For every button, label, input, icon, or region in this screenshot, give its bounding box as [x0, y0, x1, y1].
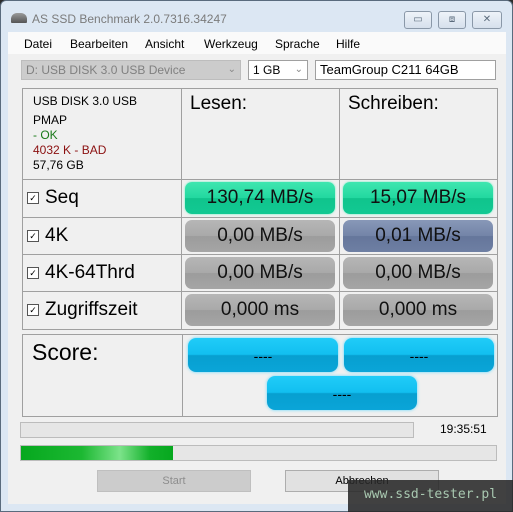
total-score: ----: [267, 376, 417, 410]
size-select[interactable]: 1 GB ⌄: [248, 60, 308, 80]
read-cell-4k: 0,00 MB/s: [181, 217, 340, 255]
menu-bearbeiten[interactable]: Bearbeiten: [70, 37, 128, 51]
write-cell-seq: 15,07 MB/s: [339, 179, 498, 218]
score-values-cell: ---- ---- ----: [182, 334, 498, 417]
read-cell-4k64: 0,00 MB/s: [181, 254, 340, 292]
label-seq: Seq: [45, 187, 79, 208]
checkbox-4k64[interactable]: ✓: [27, 267, 39, 279]
device-name: USB DISK 3.0 USB: [33, 94, 138, 108]
label-access: Zugriffszeit: [45, 299, 138, 320]
app-window: AS SSD Benchmark 2.0.7316.34247 ▭ ⧈ ✕ Da…: [0, 0, 513, 512]
menu-werkzeug[interactable]: Werkzeug: [204, 37, 258, 51]
results-grid: USB DISK 3.0 USB PMAP - OK 4032 K - BAD …: [22, 88, 498, 334]
read-header: Lesen:: [190, 93, 248, 114]
read-cell-seq: 130,74 MB/s: [181, 179, 340, 218]
chevron-down-icon: ⌄: [227, 64, 236, 75]
chevron-down-icon: ⌄: [294, 64, 303, 75]
4k64-write-result: 0,00 MB/s: [343, 257, 493, 289]
row-label-4k64: ✓ 4K-64Thrd: [22, 254, 182, 292]
watermark: www.ssd-tester.pl: [348, 480, 513, 512]
row-label-access: ✓ Zugriffszeit: [22, 291, 182, 330]
client-area: Datei Bearbeiten Ansicht Werkzeug Sprach…: [8, 32, 506, 504]
drive-select-value: D: USB DISK 3.0 USB Device: [26, 63, 186, 77]
checkbox-access[interactable]: ✓: [27, 304, 39, 316]
read-cell-access: 0,000 ms: [181, 291, 340, 330]
drive-select[interactable]: D: USB DISK 3.0 USB Device ⌄: [21, 60, 241, 80]
menu-sprache[interactable]: Sprache: [275, 37, 320, 51]
maximize-button[interactable]: ⧈: [438, 11, 466, 29]
write-score: ----: [344, 338, 494, 372]
row-label-seq: ✓ Seq: [22, 179, 182, 218]
read-score: ----: [188, 338, 338, 372]
write-cell-access: 0,000 ms: [339, 291, 498, 330]
driver-status: - OK: [33, 128, 58, 142]
checkbox-4k[interactable]: ✓: [27, 230, 39, 242]
overall-progress-bar: [20, 445, 497, 461]
alignment-status: 4032 K - BAD: [33, 143, 107, 157]
device-info-cell: USB DISK 3.0 USB PMAP - OK 4032 K - BAD …: [22, 88, 182, 180]
menu-datei[interactable]: Datei: [24, 37, 52, 51]
write-cell-4k: 0,01 MB/s: [339, 217, 498, 255]
close-button[interactable]: ✕: [472, 11, 502, 29]
title-bar[interactable]: AS SSD Benchmark 2.0.7316.34247 ▭ ⧈ ✕: [1, 1, 512, 33]
minimize-button[interactable]: ▭: [404, 11, 432, 29]
start-button[interactable]: Start: [97, 470, 251, 492]
score-label: Score:: [32, 339, 99, 365]
access-read-result: 0,000 ms: [185, 294, 335, 326]
menu-bar: Datei Bearbeiten Ansicht Werkzeug Sprach…: [8, 32, 506, 54]
driver-name: PMAP: [33, 113, 68, 127]
row-label-4k: ✓ 4K: [22, 217, 182, 255]
label-4k: 4K: [45, 225, 69, 246]
write-cell-4k64: 0,00 MB/s: [339, 254, 498, 292]
overall-progress-fill: [21, 446, 173, 460]
checkbox-seq[interactable]: ✓: [27, 192, 39, 204]
drive-name-input[interactable]: TeamGroup C211 64GB: [315, 60, 496, 80]
label-4k64: 4K-64Thrd: [45, 262, 135, 283]
test-progress-bar: [20, 422, 414, 438]
write-header: Schreiben:: [348, 93, 439, 114]
seq-read-result: 130,74 MB/s: [185, 182, 335, 214]
size-select-value: 1 GB: [253, 63, 281, 77]
window-title: AS SSD Benchmark 2.0.7316.34247: [32, 12, 227, 26]
4k-write-result: 0,01 MB/s: [343, 220, 493, 252]
seq-write-result: 15,07 MB/s: [343, 182, 493, 214]
maximize-icon: ⧈: [448, 14, 456, 25]
4k-read-result: 0,00 MB/s: [185, 220, 335, 252]
minimize-icon: ▭: [413, 14, 423, 25]
4k64-read-result: 0,00 MB/s: [185, 257, 335, 289]
menu-hilfe[interactable]: Hilfe: [336, 37, 360, 51]
close-icon: ✕: [482, 14, 492, 25]
capacity: 57,76 GB: [33, 158, 84, 172]
elapsed-time: 19:35:51: [440, 422, 487, 436]
menu-ansicht[interactable]: Ansicht: [145, 37, 184, 51]
access-write-result: 0,000 ms: [343, 294, 493, 326]
write-header-cell: Schreiben:: [339, 88, 498, 180]
read-header-cell: Lesen:: [181, 88, 340, 180]
score-label-cell: Score:: [22, 334, 183, 417]
drive-app-icon: [11, 13, 27, 23]
